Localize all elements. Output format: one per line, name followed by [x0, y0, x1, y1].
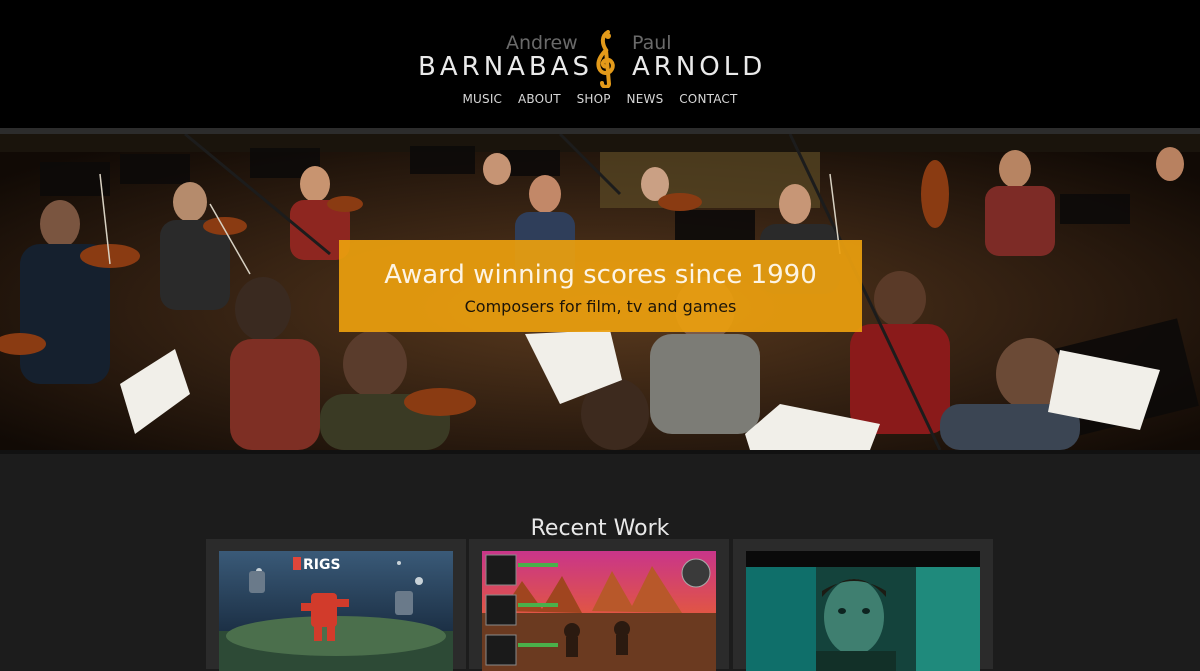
nav-shop[interactable]: SHOP [577, 92, 611, 106]
nav-news[interactable]: NEWS [627, 92, 664, 106]
work-thumbnail: RIGS [219, 551, 453, 671]
logo-last-name-left: BARNABAS [418, 52, 594, 82]
logo-first-name-left: Andrew [506, 32, 578, 54]
work-card[interactable]: RIGS [206, 539, 466, 671]
rigs-logo-text: RIGS [303, 557, 341, 573]
nav-contact[interactable]: CONTACT [679, 92, 737, 106]
logo-last-name-right: ARNOLD [632, 52, 767, 82]
nav-music[interactable]: MUSIC [462, 92, 502, 106]
work-card[interactable] [733, 539, 993, 671]
logo-first-name-right: Paul [632, 32, 672, 54]
work-thumbnail [746, 551, 980, 671]
site-logo[interactable]: Andrew BARNABAS Paul ARNOLD [0, 30, 1200, 90]
hero-subtitle: Composers for film, tv and games [464, 297, 737, 316]
hero-banner: Award winning scores since 1990 Composer… [339, 240, 862, 332]
work-card[interactable] [469, 539, 729, 671]
site-header: Andrew BARNABAS Paul ARNOLD MUSIC ABOUT … [0, 0, 1200, 128]
hero-title: Award winning scores since 1990 [384, 260, 817, 290]
recent-work-title: Recent Work [530, 516, 670, 542]
main-nav: MUSIC ABOUT SHOP NEWS CONTACT [0, 92, 1200, 106]
work-thumbnail [482, 551, 716, 671]
recent-work-section: Recent Work RIGS [0, 454, 1200, 671]
hero-section: Award winning scores since 1990 Composer… [0, 134, 1200, 450]
nav-about[interactable]: ABOUT [518, 92, 561, 106]
treble-clef-icon [596, 30, 615, 88]
